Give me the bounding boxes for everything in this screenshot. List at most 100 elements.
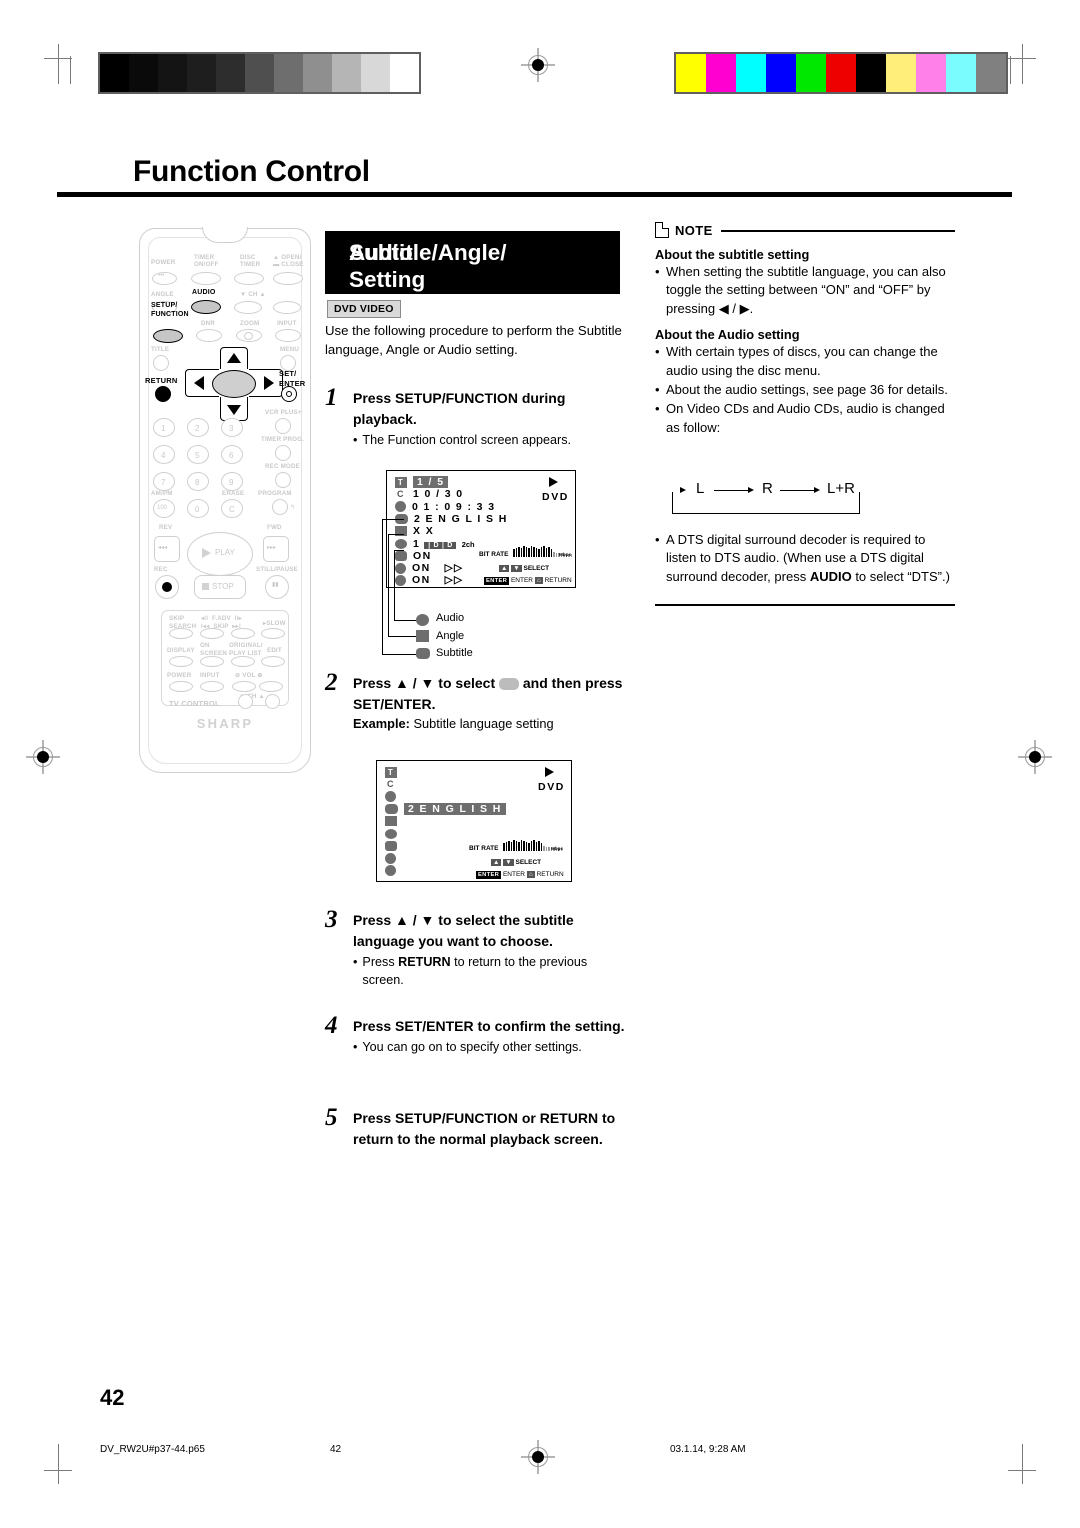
osd-row-2 bbox=[385, 791, 396, 803]
step-1: 1 Press SETUP/FUNCTION during playback. … bbox=[325, 384, 625, 450]
step-2: 2 Press ▲ / ▼ to select and then press S… bbox=[325, 669, 625, 731]
remote-power-dots: ••• bbox=[158, 273, 165, 279]
bitrate-bar-8 bbox=[523, 841, 525, 851]
remote-button-dnr[interactable] bbox=[196, 329, 222, 342]
page-title: Function Control bbox=[133, 155, 370, 188]
remote-button-tv-ch-up[interactable] bbox=[265, 694, 280, 709]
remote-label-input: INPUT bbox=[277, 320, 297, 327]
remote-button-return[interactable] bbox=[155, 386, 171, 402]
crop-mark-top-left bbox=[44, 44, 84, 84]
remote-label-angle: ANGLE bbox=[151, 291, 174, 298]
remote-button-skip[interactable] bbox=[231, 628, 255, 639]
remote-button-vol-up[interactable] bbox=[259, 681, 283, 692]
pause-icon: ▮▮ bbox=[272, 582, 279, 588]
remote-button-rec-mode[interactable] bbox=[275, 472, 291, 488]
color-swatch-2 bbox=[736, 54, 766, 92]
remote-button-vol-down[interactable] bbox=[232, 681, 256, 692]
bitrate-bar-2 bbox=[508, 841, 510, 851]
dpad-left-icon bbox=[194, 376, 204, 390]
step-1-number: 1 bbox=[325, 384, 338, 411]
step-2-number: 2 bbox=[325, 669, 338, 696]
remote-label-stop: STOP bbox=[212, 582, 234, 591]
grayscale-calibration-bar bbox=[98, 52, 421, 94]
remote-label-still-pause: STILL/PAUSE bbox=[256, 566, 298, 573]
remote-label-power: POWER bbox=[151, 259, 176, 266]
remote-button-on-screen[interactable] bbox=[200, 656, 224, 667]
gray-swatch-6 bbox=[274, 54, 303, 92]
remote-button-ch-down[interactable] bbox=[234, 301, 262, 314]
bitrate-bar-6 bbox=[518, 842, 520, 851]
note-header-label: NOTE bbox=[675, 222, 713, 238]
remote-button-slow[interactable] bbox=[261, 628, 285, 639]
osd-row-3: 2 E N G L I S H bbox=[385, 802, 506, 815]
remote-label-vcr-plus: VCR PLUS+ bbox=[265, 409, 302, 416]
remote-label-edit: EDIT bbox=[267, 647, 282, 654]
gray-swatch-3 bbox=[187, 54, 216, 92]
remote-button-original-playlist[interactable] bbox=[231, 656, 255, 667]
remote-button-ch-up[interactable] bbox=[273, 301, 301, 314]
remote-label-setup-function: SETUP/ FUNCTION bbox=[151, 302, 189, 318]
registration-mark-bottom bbox=[521, 1440, 555, 1474]
osd2-disc-type: DVD bbox=[538, 781, 565, 793]
note-bottom-rule bbox=[655, 604, 955, 606]
program-loop-icon: ↰ bbox=[290, 505, 296, 511]
remote-key-label-9: 9 bbox=[229, 478, 234, 487]
step-2-example: Example: Subtitle language setting bbox=[353, 716, 625, 731]
remote-button-display[interactable] bbox=[169, 656, 193, 667]
remote-button-setup-function[interactable] bbox=[153, 329, 183, 343]
remote-button-tv-power[interactable] bbox=[169, 681, 193, 692]
osd1-disc-type: DVD bbox=[542, 491, 569, 503]
remote-button-open-close[interactable] bbox=[273, 272, 303, 285]
step-3-bullet: • Press RETURN to return to the previous … bbox=[353, 955, 588, 987]
note-section-list-0: • When setting the subtitle language, you… bbox=[655, 263, 955, 318]
remote-label-play: PLAY bbox=[215, 548, 235, 557]
audio-cycle-label-lr: L+R bbox=[827, 480, 855, 497]
gray-swatch-2 bbox=[158, 54, 187, 92]
step-1-bullet-0: The Function control screen appears. bbox=[362, 433, 572, 447]
footer-filename: DV_RW2U#p37-44.p65 bbox=[100, 1444, 205, 1455]
remote-button-skip-search[interactable] bbox=[169, 628, 193, 639]
remote-button-title[interactable] bbox=[153, 355, 169, 371]
remote-button-tv-input[interactable] bbox=[200, 681, 224, 692]
remote-key-label-1: 1 bbox=[161, 424, 166, 433]
remote-label-ampm: AM/PM bbox=[151, 490, 173, 497]
remote-button-edit[interactable] bbox=[261, 656, 285, 667]
audio-cycle-arrowhead-start bbox=[680, 486, 686, 493]
color-swatch-1 bbox=[706, 54, 736, 92]
remote-label-vol: ⊖ VOL ⊕ bbox=[235, 672, 263, 679]
remote-key-label-4: 4 bbox=[161, 451, 166, 460]
step-1-notes: • The Function control screen appears. bbox=[353, 432, 625, 450]
gray-swatch-0 bbox=[100, 54, 129, 92]
remote-label-rev: REV bbox=[159, 524, 173, 531]
stop-square-icon bbox=[202, 583, 209, 590]
remote-key-label-7: 7 bbox=[161, 478, 166, 487]
color-swatch-0 bbox=[676, 54, 706, 92]
step-4-notes: • You can go on to specify other settings… bbox=[353, 1039, 625, 1057]
audio-cycle-diagram: L R L+R bbox=[672, 480, 862, 516]
remote-button-disc-timer[interactable] bbox=[234, 272, 264, 285]
remote-button-tv-ch-down[interactable] bbox=[238, 694, 253, 709]
step-3-heading: Press ▲ / ▼ to select the subtitle langu… bbox=[353, 912, 574, 949]
remote-label-tv-power: POWER bbox=[167, 672, 192, 679]
remote-button-audio[interactable] bbox=[191, 300, 221, 314]
remote-label-rec: REC bbox=[154, 566, 168, 573]
dpad-center-button[interactable] bbox=[212, 370, 256, 398]
osd2-down-key: ▼ bbox=[503, 859, 514, 866]
gray-swatch-7 bbox=[303, 54, 332, 92]
remote-button-timer-onoff[interactable] bbox=[191, 272, 221, 285]
remote-button-timer-prog[interactable] bbox=[275, 445, 291, 461]
osd2-bitrate-label: BIT RATE bbox=[469, 845, 499, 852]
step-3: 3 Press ▲ / ▼ to select the subtitle lan… bbox=[325, 906, 625, 989]
remote-button-input[interactable] bbox=[275, 329, 301, 342]
step-2-heading: Press ▲ / ▼ to select and then press SET… bbox=[353, 675, 623, 712]
bitrate-bar-7 bbox=[520, 840, 522, 851]
remote-key-label-5: 5 bbox=[195, 451, 200, 460]
remote-button-f-adv[interactable] bbox=[200, 628, 224, 639]
remote-button-vcr-plus[interactable] bbox=[275, 418, 291, 434]
play-icon bbox=[202, 548, 211, 558]
osd2-select-hint: ▲ ▼ SELECT bbox=[491, 859, 541, 866]
remote-button-power[interactable] bbox=[152, 272, 177, 285]
callout-angle-icon bbox=[416, 630, 429, 642]
osd2-return-label: RETURN bbox=[536, 871, 564, 878]
remote-button-program[interactable] bbox=[272, 499, 288, 515]
